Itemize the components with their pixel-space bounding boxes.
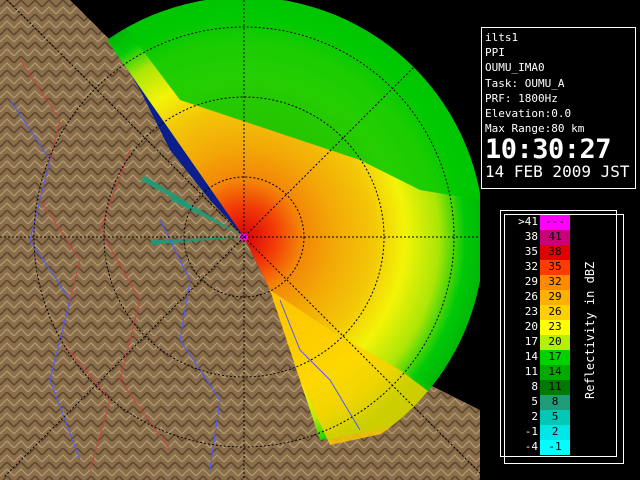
reflectivity-legend: >41 --- 38 41 35 38 32 35 29 32 26 29 23 26 20 23 17 20 14… bbox=[500, 210, 624, 464]
legend-upper-bound: 35 bbox=[548, 260, 562, 273]
legend-upper-bound: 2 bbox=[551, 425, 559, 438]
legend-upper-bound: -1 bbox=[548, 440, 562, 453]
task-name: Task: OUMU_A bbox=[485, 76, 565, 90]
legend-lower-bound: 14 bbox=[524, 350, 538, 363]
legend-lower-bound: 23 bbox=[524, 305, 538, 318]
legend-upper-bound: 20 bbox=[548, 335, 562, 348]
legend-upper-bound: 32 bbox=[548, 275, 562, 288]
legend-row: -4 -1 bbox=[500, 439, 570, 455]
legend-lower-bound: 35 bbox=[524, 245, 538, 258]
legend-upper-bound: 23 bbox=[548, 320, 562, 333]
legend-upper-bound: 41 bbox=[548, 230, 562, 243]
legend-row: 25 bbox=[500, 409, 570, 425]
legend-upper-bound: 26 bbox=[548, 305, 562, 318]
legend-lower-bound: 29 bbox=[524, 275, 538, 288]
legend-upper-bound: 17 bbox=[548, 350, 562, 363]
scan-date: 14 FEB 2009 JST bbox=[485, 162, 630, 182]
legend-title: Reflectivity in dBZ bbox=[583, 261, 597, 399]
radar-map bbox=[0, 0, 480, 480]
legend-lower-bound: 5 bbox=[531, 395, 538, 408]
legend-row: 29 32 bbox=[500, 274, 570, 290]
legend-upper-bound: --- bbox=[545, 215, 565, 228]
scan-type: PPI bbox=[485, 46, 505, 60]
station-name: ilts1 bbox=[485, 31, 519, 44]
legend-row: 58 bbox=[500, 394, 570, 410]
legend-row: -1 2 bbox=[500, 424, 570, 440]
legend-lower-bound: 26 bbox=[524, 290, 538, 303]
legend-row: 20 23 bbox=[500, 319, 570, 335]
prf-value: PRF: 1800Hz bbox=[485, 91, 558, 105]
legend-row: 23 26 bbox=[500, 304, 570, 320]
legend-lower-bound: 20 bbox=[524, 320, 538, 333]
legend-upper-bound: 5 bbox=[551, 410, 559, 423]
legend-row: >41 --- bbox=[500, 214, 570, 230]
legend-upper-bound: 29 bbox=[548, 290, 562, 303]
legend-lower-bound: 2 bbox=[531, 410, 538, 423]
scan-time: 10:30:27 bbox=[485, 134, 612, 166]
legend-row: 14 17 bbox=[500, 349, 570, 365]
legend-upper-bound: 14 bbox=[548, 365, 562, 378]
legend-upper-bound: 38 bbox=[548, 245, 562, 258]
site-name: OUMU_IMA0 bbox=[485, 61, 545, 75]
elevation-value: Elevation:0.0 bbox=[485, 107, 572, 121]
legend-lower-bound: 17 bbox=[524, 335, 538, 348]
legend-row: 11 14 bbox=[500, 364, 570, 380]
legend-row: 35 38 bbox=[500, 244, 570, 260]
legend-lower-bound: 38 bbox=[524, 230, 538, 243]
legend-upper-bound: 8 bbox=[551, 395, 559, 408]
legend-lower-bound: 32 bbox=[524, 260, 538, 273]
legend-lower-bound: 8 bbox=[531, 380, 538, 393]
legend-row: 38 41 bbox=[500, 229, 570, 245]
legend-upper-bound: 11 bbox=[548, 380, 562, 393]
info-panel: ilts1 PPI OUMU_IMA0 Task: OUMU_A PRF: 18… bbox=[481, 27, 636, 189]
legend-row: 32 35 bbox=[500, 259, 570, 275]
legend-lower-bound: -4 bbox=[524, 440, 538, 453]
legend-lower-bound: -1 bbox=[524, 425, 538, 438]
legend-lower-bound: 11 bbox=[524, 365, 538, 378]
legend-row: 17 20 bbox=[500, 334, 570, 350]
legend-lower-bound: >41 bbox=[518, 215, 538, 228]
legend-row: 26 29 bbox=[500, 289, 570, 305]
legend-row: 8 11 bbox=[500, 379, 570, 395]
